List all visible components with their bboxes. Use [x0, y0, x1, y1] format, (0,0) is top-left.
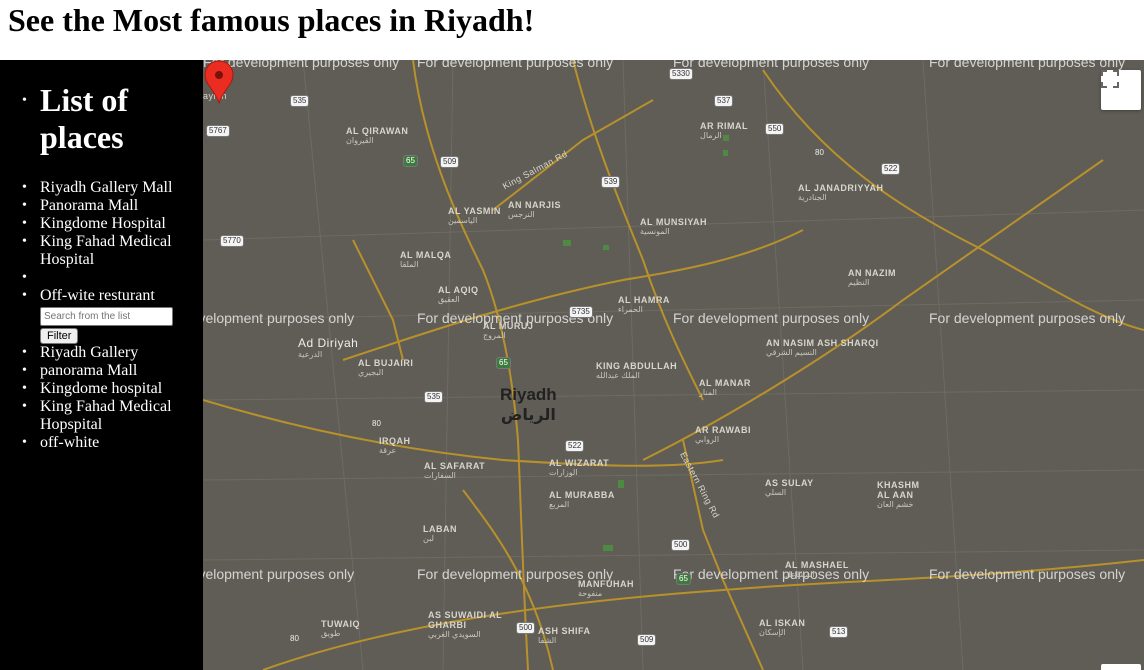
district-label: AN NAZIM النظيم — [848, 268, 896, 287]
page-title: See the Most famous places in Riyadh! — [8, 2, 535, 38]
route-shield: 5770 — [220, 235, 244, 247]
route-shield: 513 — [829, 626, 849, 638]
places-list: Riyadh Gallery Mall Panorama Mall Kingdo… — [0, 179, 203, 305]
district-label: AN NASIM ASH SHARQI النسيم الشرقي — [766, 338, 879, 357]
result-item[interactable]: Kingdome hospital — [0, 380, 203, 398]
route-shield: 509 — [440, 156, 460, 168]
filter-box: Filter — [0, 306, 203, 344]
search-input[interactable] — [40, 307, 173, 326]
route-shield: 80 — [815, 148, 824, 157]
route-shield: 550 — [765, 123, 785, 135]
route-shield: 539 — [601, 176, 621, 188]
district-label: AN NARJIS النرجس — [508, 200, 562, 219]
district-label: TUWAIQ طويق — [321, 619, 360, 638]
location-marker-icon[interactable] — [203, 60, 235, 104]
route-shield: 522 — [565, 440, 585, 452]
fullscreen-button[interactable] — [1101, 70, 1141, 110]
district-label: AL MASHAEL المشاعل — [785, 560, 849, 579]
watermark: For development purposes only — [929, 566, 1126, 582]
district-label: AL ISKAN الإسكان — [759, 618, 806, 637]
route-shield: 500 — [516, 622, 536, 634]
district-label: AL SAFARAT السفارات — [424, 461, 486, 480]
place-item[interactable]: Riyadh Gallery Mall — [0, 179, 203, 197]
route-shield: 535 — [290, 95, 310, 107]
route-shield: 522 — [881, 163, 901, 175]
route-shield: 5767 — [206, 125, 230, 137]
fullscreen-icon — [1101, 70, 1119, 88]
route-shield: 535 — [424, 391, 444, 403]
district-label: AS SUWAIDI AL GHARBI السويدي الغربي — [428, 610, 503, 639]
route-shield: 80 — [372, 419, 381, 428]
watermark: For development purposes only — [673, 60, 870, 70]
place-item[interactable]: Kingdome Hospital — [0, 215, 203, 233]
district-label: AL BUJAIRI البجيري — [358, 358, 414, 377]
watermark: For development purposes only — [673, 310, 870, 326]
map-control-button[interactable] — [1101, 664, 1141, 670]
district-label: AR RAWABI الروابي — [695, 425, 751, 444]
sidebar: List of places Riyadh Gallery Mall Panor… — [0, 60, 203, 670]
district-label: AS SULAY السلي — [765, 478, 814, 497]
place-item[interactable]: King Fahad Medical Hospital — [0, 233, 203, 269]
district-label: KHASHM AL AAN خشم العان — [877, 480, 920, 509]
district-label: ASH SHIFA الشفا — [538, 626, 591, 645]
watermark: For development purposes only — [929, 60, 1126, 70]
route-shield: 65 — [676, 573, 691, 585]
district-label: AL WIZARAT الوزارات — [549, 458, 610, 477]
watermark: For development purposes only — [203, 566, 355, 582]
map[interactable]: For development purposes only For develo… — [203, 60, 1144, 670]
result-item[interactable]: Riyadh Gallery — [0, 344, 203, 362]
results-list: Riyadh Gallery panorama Mall Kingdome ho… — [0, 344, 203, 452]
district-label: AL MURUJ المروج — [483, 321, 534, 340]
route-shield: 5330 — [669, 68, 693, 80]
route-shield: 509 — [637, 634, 657, 646]
route-shield: 65 — [496, 357, 511, 369]
route-shield: 65 — [403, 155, 418, 167]
route-shield: 80 — [290, 634, 299, 643]
district-label: AL JANADRIYYAH الجنادرية — [798, 183, 884, 202]
district-label: MANFUHAH منفوحة — [578, 579, 634, 598]
district-label: AL HAMRA الحمراء — [618, 295, 670, 314]
district-label: AL MANAR المنار — [699, 378, 751, 397]
district-label: AL MURABBA المربع — [549, 490, 615, 509]
district-label: KING ABDULLAH الملك عبدالله — [596, 361, 678, 380]
district-label: LABAN لبن — [423, 524, 457, 543]
district-label: IRQAH عرقة — [379, 436, 411, 455]
result-item[interactable]: off-white — [0, 434, 203, 452]
district-label: AL AQIQ العقيق — [438, 285, 479, 304]
district-label: AR RIMAL الرمال — [700, 121, 748, 140]
place-item-empty[interactable] — [0, 269, 203, 287]
watermark: For development purposes only — [929, 310, 1126, 326]
district-label: AL MUNSIYAH المونسية — [640, 217, 708, 236]
filter-button[interactable]: Filter — [40, 328, 79, 344]
place-item[interactable]: Panorama Mall — [0, 197, 203, 215]
district-label: AL QIRAWAN القيروان — [346, 126, 409, 145]
result-item[interactable]: King Fahad Medical Hopspital — [0, 398, 203, 434]
route-shield: 5735 — [569, 306, 593, 318]
place-item[interactable]: Off-wite resturant — [0, 287, 203, 305]
sidebar-heading: List of places — [40, 82, 128, 155]
district-label: AL MALQA الملقا — [400, 250, 452, 269]
sidebar-heading-item: List of places — [0, 82, 203, 156]
district-label: AL YASMIN الياسمين — [448, 206, 501, 225]
route-shield: 537 — [714, 95, 734, 107]
city-label: Riyadh الرياض — [500, 385, 557, 424]
result-item[interactable]: panorama Mall — [0, 362, 203, 380]
watermark: For development purposes only — [417, 60, 614, 70]
route-shield: 500 — [671, 539, 691, 551]
district-label: Ad Diriyah الدرعية — [298, 336, 359, 359]
watermark: For development purposes only — [203, 310, 355, 326]
